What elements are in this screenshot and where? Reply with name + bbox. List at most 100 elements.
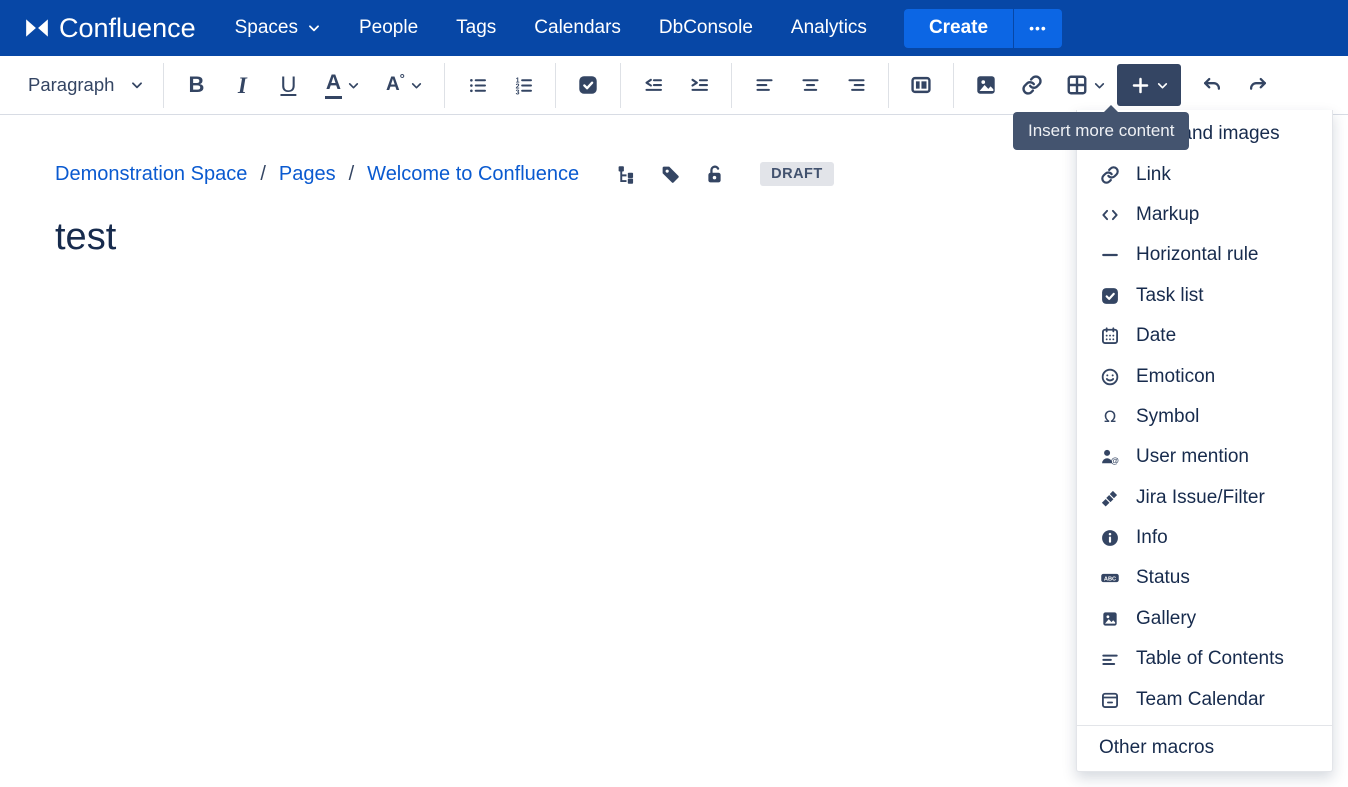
horizontal-rule-icon	[1099, 245, 1121, 265]
undo-button[interactable]	[1189, 64, 1235, 106]
create-button-group: Create •••	[903, 8, 1062, 48]
markup-icon	[1099, 205, 1121, 225]
menu-item-markup[interactable]: Markup	[1077, 195, 1332, 235]
nav-item-calendars[interactable]: Calendars	[515, 0, 640, 56]
nav-item-analytics[interactable]: Analytics	[772, 0, 886, 56]
text-color-dropdown[interactable]: A	[311, 64, 373, 106]
unlock-icon[interactable]	[704, 164, 725, 185]
page-tree-icon[interactable]	[616, 164, 637, 185]
toolbar-separator	[620, 62, 622, 108]
table-icon	[1066, 74, 1088, 96]
info-icon	[1099, 528, 1121, 548]
toolbar-separator	[444, 62, 446, 108]
menu-item-link[interactable]: Link	[1077, 154, 1332, 194]
chevron-down-icon	[347, 79, 360, 92]
confluence-logo-icon	[24, 17, 50, 39]
toolbar-separator	[888, 62, 890, 108]
toolbar-separator	[731, 62, 733, 108]
date-icon	[1099, 326, 1121, 346]
user-mention-icon: @	[1099, 447, 1121, 467]
task-list-icon	[577, 74, 599, 96]
menu-item-horizontal-rule[interactable]: Horizontal rule	[1077, 235, 1332, 275]
menu-item-table-of-contents[interactable]: Table of Contents	[1077, 639, 1332, 679]
undo-icon	[1201, 74, 1223, 96]
create-button[interactable]: Create	[903, 8, 1014, 48]
svg-text:Ω: Ω	[1104, 407, 1116, 426]
breadcrumb-pages-link[interactable]: Pages	[279, 163, 336, 186]
create-more-button[interactable]: •••	[1013, 8, 1062, 48]
bullet-list-button[interactable]	[454, 64, 500, 106]
numbered-list-button[interactable]: 123	[500, 64, 546, 106]
link-icon	[1099, 165, 1121, 185]
outdent-icon	[643, 75, 664, 96]
page-layout-icon	[910, 74, 932, 96]
chevron-down-icon	[410, 79, 423, 92]
task-list-icon	[1099, 286, 1121, 306]
status-icon: ABC	[1099, 568, 1121, 588]
redo-icon	[1247, 74, 1269, 96]
svg-text:@: @	[1111, 456, 1119, 466]
team-calendar-icon	[1099, 690, 1121, 710]
insert-table-dropdown[interactable]	[1055, 64, 1117, 106]
menu-item-info[interactable]: Info	[1077, 518, 1332, 558]
bullet-list-icon	[467, 75, 488, 96]
logo-text: Confluence	[59, 12, 196, 43]
breadcrumb-page-link[interactable]: Welcome to Confluence	[367, 163, 579, 186]
menu-item-team-calendar[interactable]: Team Calendar	[1077, 679, 1332, 719]
align-center-button[interactable]	[787, 64, 833, 106]
italic-button[interactable]: I	[219, 64, 265, 106]
table-of-contents-icon	[1099, 649, 1121, 669]
numbered-list-icon: 123	[513, 75, 534, 96]
breadcrumb-space-link[interactable]: Demonstration Space	[55, 163, 247, 186]
draft-status-badge: DRAFT	[760, 162, 834, 186]
svg-text:3: 3	[516, 89, 520, 95]
image-icon	[975, 74, 997, 96]
jira-icon	[1099, 488, 1121, 508]
paragraph-style-dropdown[interactable]: Paragraph	[18, 64, 154, 106]
nav-item-tags[interactable]: Tags	[437, 0, 515, 56]
more-formatting-dropdown[interactable]: A°	[373, 64, 435, 106]
editor-toolbar: Paragraph B I U A A° 123	[0, 56, 1348, 115]
align-right-button[interactable]	[833, 64, 879, 106]
align-left-icon	[754, 75, 775, 96]
menu-item-gallery[interactable]: Gallery	[1077, 599, 1332, 639]
task-list-button[interactable]	[565, 64, 611, 106]
indent-icon	[689, 75, 710, 96]
chevron-down-icon	[1156, 79, 1169, 92]
chevron-down-icon	[130, 78, 144, 92]
insert-link-button[interactable]	[1009, 64, 1055, 106]
menu-item-other-macros[interactable]: Other macros	[1077, 726, 1332, 771]
align-right-icon	[846, 75, 867, 96]
underline-button[interactable]: U	[265, 64, 311, 106]
outdent-button[interactable]	[630, 64, 676, 106]
redo-button[interactable]	[1235, 64, 1281, 106]
nav-item-people[interactable]: People	[340, 0, 437, 56]
align-left-button[interactable]	[741, 64, 787, 106]
bold-button[interactable]: B	[173, 64, 219, 106]
menu-item-user-mention[interactable]: @ User mention	[1077, 437, 1332, 477]
indent-button[interactable]	[676, 64, 722, 106]
page-layout-button[interactable]	[898, 64, 944, 106]
toolbar-separator	[953, 62, 955, 108]
menu-item-jira-issue-filter[interactable]: Jira Issue/Filter	[1077, 478, 1332, 518]
menu-item-task-list[interactable]: Task list	[1077, 276, 1332, 316]
toolbar-separator	[163, 62, 165, 108]
insert-more-content-dropdown[interactable]	[1117, 64, 1182, 106]
emoticon-icon	[1099, 367, 1121, 387]
menu-item-status[interactable]: ABC Status	[1077, 558, 1332, 598]
top-navigation-bar: Confluence Spaces People Tags Calendars …	[0, 0, 1348, 56]
chevron-down-icon	[1093, 79, 1106, 92]
labels-tag-icon[interactable]	[660, 164, 681, 185]
insert-image-button[interactable]	[963, 64, 1009, 106]
menu-item-symbol[interactable]: Ω Symbol	[1077, 397, 1332, 437]
confluence-logo[interactable]: Confluence	[24, 13, 196, 44]
symbol-icon: Ω	[1099, 407, 1121, 427]
menu-item-emoticon[interactable]: Emoticon	[1077, 356, 1332, 396]
insert-more-content-menu: Files and images Link Markup Horizontal …	[1076, 110, 1333, 772]
nav-item-dbconsole[interactable]: DbConsole	[640, 0, 772, 56]
chevron-down-icon	[307, 21, 321, 35]
nav-item-spaces[interactable]: Spaces	[216, 0, 340, 56]
plus-icon	[1130, 75, 1151, 96]
toolbar-separator	[555, 62, 557, 108]
menu-item-date[interactable]: Date	[1077, 316, 1332, 356]
